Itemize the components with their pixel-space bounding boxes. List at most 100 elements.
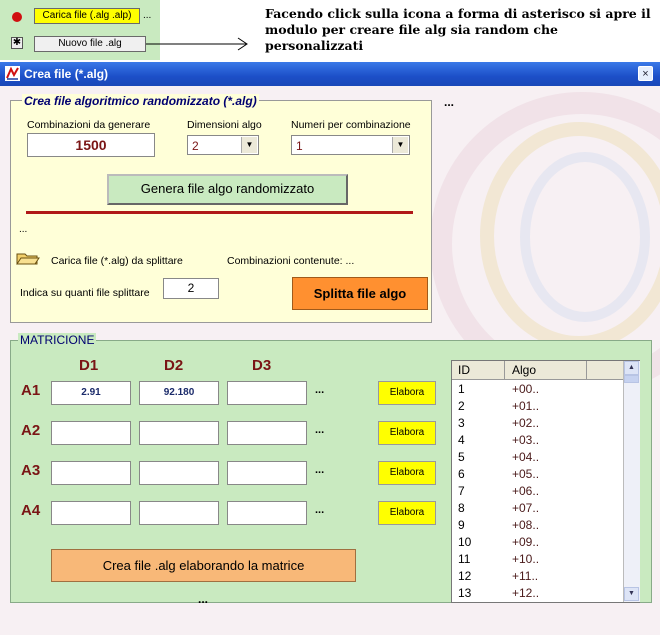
list-item-algo: +11.. <box>512 569 539 583</box>
col-header-d1: D1 <box>79 357 99 374</box>
title-bar[interactable]: Crea file (*.alg) × <box>0 62 660 86</box>
comb-label: Combinazioni da generare <box>27 119 151 131</box>
scroll-up-icon[interactable]: ▲ <box>624 361 639 375</box>
list-item-id: 10 <box>458 535 472 549</box>
list-item-algo: +00.. <box>512 382 540 396</box>
arrow-right-icon <box>146 37 248 51</box>
cell-a4-d2[interactable] <box>139 501 219 525</box>
list-item-algo: +03.. <box>512 433 540 447</box>
cell-a2-d2[interactable] <box>139 421 219 445</box>
close-button[interactable]: × <box>638 66 653 81</box>
bottom-dots: ... <box>198 592 209 606</box>
row-dots: ... <box>315 384 325 396</box>
list-item[interactable]: 13 +12.. <box>452 585 623 602</box>
num-select[interactable]: 1 ▼ <box>291 135 410 155</box>
list-header-algo[interactable]: Algo <box>512 363 536 377</box>
row-label-a2: A2 <box>21 422 41 439</box>
list-header: ID Algo <box>452 361 623 380</box>
list-item[interactable]: 4 +03.. <box>452 432 623 449</box>
list-item[interactable]: 2 +01.. <box>452 398 623 415</box>
cell-a4-d1[interactable] <box>51 501 131 525</box>
splitta-button[interactable]: Splitta file algo <box>292 277 428 310</box>
elabora-button-a1[interactable]: Elabora <box>378 381 436 405</box>
list-item-algo: +06.. <box>512 484 540 498</box>
list-item[interactable]: 1 +00.. <box>452 381 623 398</box>
record-icon[interactable] <box>12 12 22 22</box>
list-item-id: 7 <box>458 484 465 498</box>
row-dots: ... <box>315 504 325 516</box>
column-divider <box>586 361 587 379</box>
list-item-id: 6 <box>458 467 465 481</box>
matrice-title: MATRICIONE <box>18 333 97 347</box>
folder-open-icon[interactable] <box>16 250 40 266</box>
genera-button[interactable]: Genera file algo randomizzato <box>107 174 348 205</box>
list-item[interactable]: 7 +06.. <box>452 483 623 500</box>
list-header-id[interactable]: ID <box>458 363 470 377</box>
list-item-algo: +08.. <box>512 518 540 532</box>
dim-label: Dimensioni algo <box>187 119 262 131</box>
comb-input[interactable]: 1500 <box>27 133 155 157</box>
comb-contenute-label: Combinazioni contenute: ... <box>227 255 355 267</box>
split-count-input[interactable]: 2 <box>163 278 219 299</box>
background-swirl <box>520 152 650 322</box>
algo-list[interactable]: ID Algo 1 +00.. 2 +01.. 3 +02.. 4 +03.. 5 +04.. 6 +… <box>451 360 640 603</box>
cell-a1-d1[interactable]: 2.91 <box>51 381 131 405</box>
list-item-algo: +01.. <box>512 399 540 413</box>
list-item-id: 1 <box>458 382 465 396</box>
list-item[interactable]: 3 +02.. <box>452 415 623 432</box>
list-item-id: 3 <box>458 416 465 430</box>
list-item-algo: +12.. <box>512 586 540 600</box>
list-item-algo: +02.. <box>512 416 540 430</box>
asterisk-icon[interactable]: ✱ <box>11 37 23 49</box>
cell-a4-d3[interactable] <box>227 501 307 525</box>
list-item[interactable]: 10 +09.. <box>452 534 623 551</box>
num-label: Numeri per combinazione <box>291 119 411 131</box>
indica-label: Indica su quanti file splittare <box>20 287 150 299</box>
list-item[interactable]: 11 +10.. <box>452 551 623 568</box>
scroll-thumb[interactable] <box>624 375 639 383</box>
elabora-button-a2[interactable]: Elabora <box>378 421 436 445</box>
nuovo-file-button[interactable]: Nuovo file .alg <box>34 36 146 52</box>
list-item[interactable]: 8 +07.. <box>452 500 623 517</box>
list-item[interactable]: 9 +08.. <box>452 517 623 534</box>
list-item-algo: +10.. <box>512 552 540 566</box>
list-item[interactable]: 6 +05.. <box>452 466 623 483</box>
list-item-algo: +04.. <box>512 450 540 464</box>
carica-dots: ... <box>143 10 152 21</box>
list-item-id: 5 <box>458 450 465 464</box>
carica-file-button[interactable]: Carica file (.alg .alp) <box>34 8 140 24</box>
list-item-id: 4 <box>458 433 465 447</box>
list-scrollbar[interactable]: ▲ ▼ <box>623 361 640 602</box>
list-item-id: 12 <box>458 569 472 583</box>
list-item-id: 8 <box>458 501 465 515</box>
cell-a2-d3[interactable] <box>227 421 307 445</box>
cell-a3-d2[interactable] <box>139 461 219 485</box>
crea-file-button[interactable]: Crea file .alg elaborando la matrice <box>51 549 356 582</box>
dots-label: ... <box>19 224 28 235</box>
separator-line <box>26 211 413 214</box>
scroll-down-icon[interactable]: ▼ <box>624 587 639 601</box>
elabora-button-a4[interactable]: Elabora <box>378 501 436 525</box>
col-header-d3: D3 <box>252 357 272 374</box>
chevron-down-icon[interactable]: ▼ <box>241 137 257 153</box>
cell-a3-d1[interactable] <box>51 461 131 485</box>
dim-select[interactable]: 2 ▼ <box>187 135 259 155</box>
elabora-button-a3[interactable]: Elabora <box>378 461 436 485</box>
annotation-text: Facendo click sulla icona a forma di ast… <box>265 6 651 53</box>
right-dots: ... <box>444 95 455 109</box>
row-dots: ... <box>315 424 325 436</box>
list-item[interactable]: 5 +04.. <box>452 449 623 466</box>
random-panel-title: Crea file algoritmico randomizzato (*.al… <box>22 94 259 108</box>
dim-value: 2 <box>192 139 199 153</box>
app-icon <box>5 66 20 81</box>
cell-a1-d3[interactable] <box>227 381 307 405</box>
carica-split-label: Carica file (*.alg) da splittare <box>51 255 183 267</box>
cell-a1-d2[interactable]: 92.180 <box>139 381 219 405</box>
cell-a3-d3[interactable] <box>227 461 307 485</box>
row-label-a3: A3 <box>21 462 41 479</box>
row-dots: ... <box>315 464 325 476</box>
chevron-down-icon[interactable]: ▼ <box>392 137 408 153</box>
window-title: Crea file (*.alg) <box>24 67 109 81</box>
cell-a2-d1[interactable] <box>51 421 131 445</box>
list-item[interactable]: 12 +11.. <box>452 568 623 585</box>
